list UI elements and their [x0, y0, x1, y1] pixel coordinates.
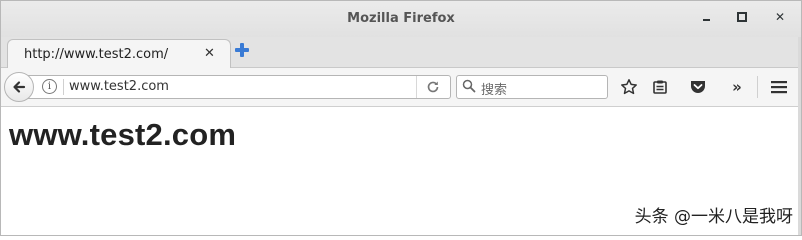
page-content: www.test2.com 头条 @一米八是我呀	[1, 107, 801, 235]
open-menu-button[interactable]	[770, 78, 788, 96]
minimize-button[interactable]	[698, 9, 714, 25]
window-right-edge	[798, 37, 801, 235]
title-bar: Mozilla Firefox ✕	[1, 1, 801, 37]
overflow-menu-button[interactable]: »	[728, 78, 746, 96]
search-icon	[462, 79, 476, 93]
bookmarks-menu-button[interactable]	[651, 78, 669, 96]
info-icon[interactable]: i	[42, 79, 57, 94]
new-tab-button[interactable]	[234, 42, 250, 58]
minimize-icon	[702, 19, 710, 21]
pocket-button[interactable]	[689, 78, 707, 96]
bookmark-button[interactable]	[620, 78, 638, 96]
star-icon	[621, 79, 637, 95]
search-bar[interactable]: 搜索	[456, 75, 608, 99]
tab-label: http://www.test2.com/	[24, 47, 169, 62]
double-chevron-icon: »	[732, 78, 742, 96]
pocket-icon	[691, 81, 705, 93]
maximize-button[interactable]	[734, 9, 750, 25]
close-window-button[interactable]: ✕	[772, 9, 788, 25]
close-icon: ✕	[774, 10, 786, 24]
tab-strip: http://www.test2.com/ ✕	[1, 37, 801, 68]
window-title: Mozilla Firefox	[347, 11, 455, 26]
back-arrow-icon	[13, 81, 26, 93]
clipboard-icon	[653, 80, 667, 94]
navigation-toolbar: i www.test2.com 搜索 »	[1, 68, 801, 107]
browser-window: Mozilla Firefox ✕ http://www.test2.com/ …	[0, 0, 802, 236]
toolbar-divider	[757, 76, 758, 98]
url-divider	[63, 79, 64, 95]
plus-icon	[235, 43, 249, 57]
reload-icon[interactable]	[425, 79, 441, 95]
hamburger-icon	[771, 81, 787, 94]
tab-close-icon[interactable]: ✕	[204, 46, 215, 61]
page-heading: www.test2.com	[9, 117, 237, 152]
url-bar[interactable]: i www.test2.com	[25, 75, 451, 99]
reload-divider	[416, 76, 417, 98]
back-button[interactable]	[4, 72, 34, 102]
url-text[interactable]: www.test2.com	[69, 79, 169, 94]
search-placeholder: 搜索	[481, 83, 508, 98]
watermark-text: 头条 @一米八是我呀	[634, 207, 793, 227]
maximize-icon	[737, 12, 747, 22]
tab-test2[interactable]: http://www.test2.com/ ✕	[7, 39, 231, 68]
